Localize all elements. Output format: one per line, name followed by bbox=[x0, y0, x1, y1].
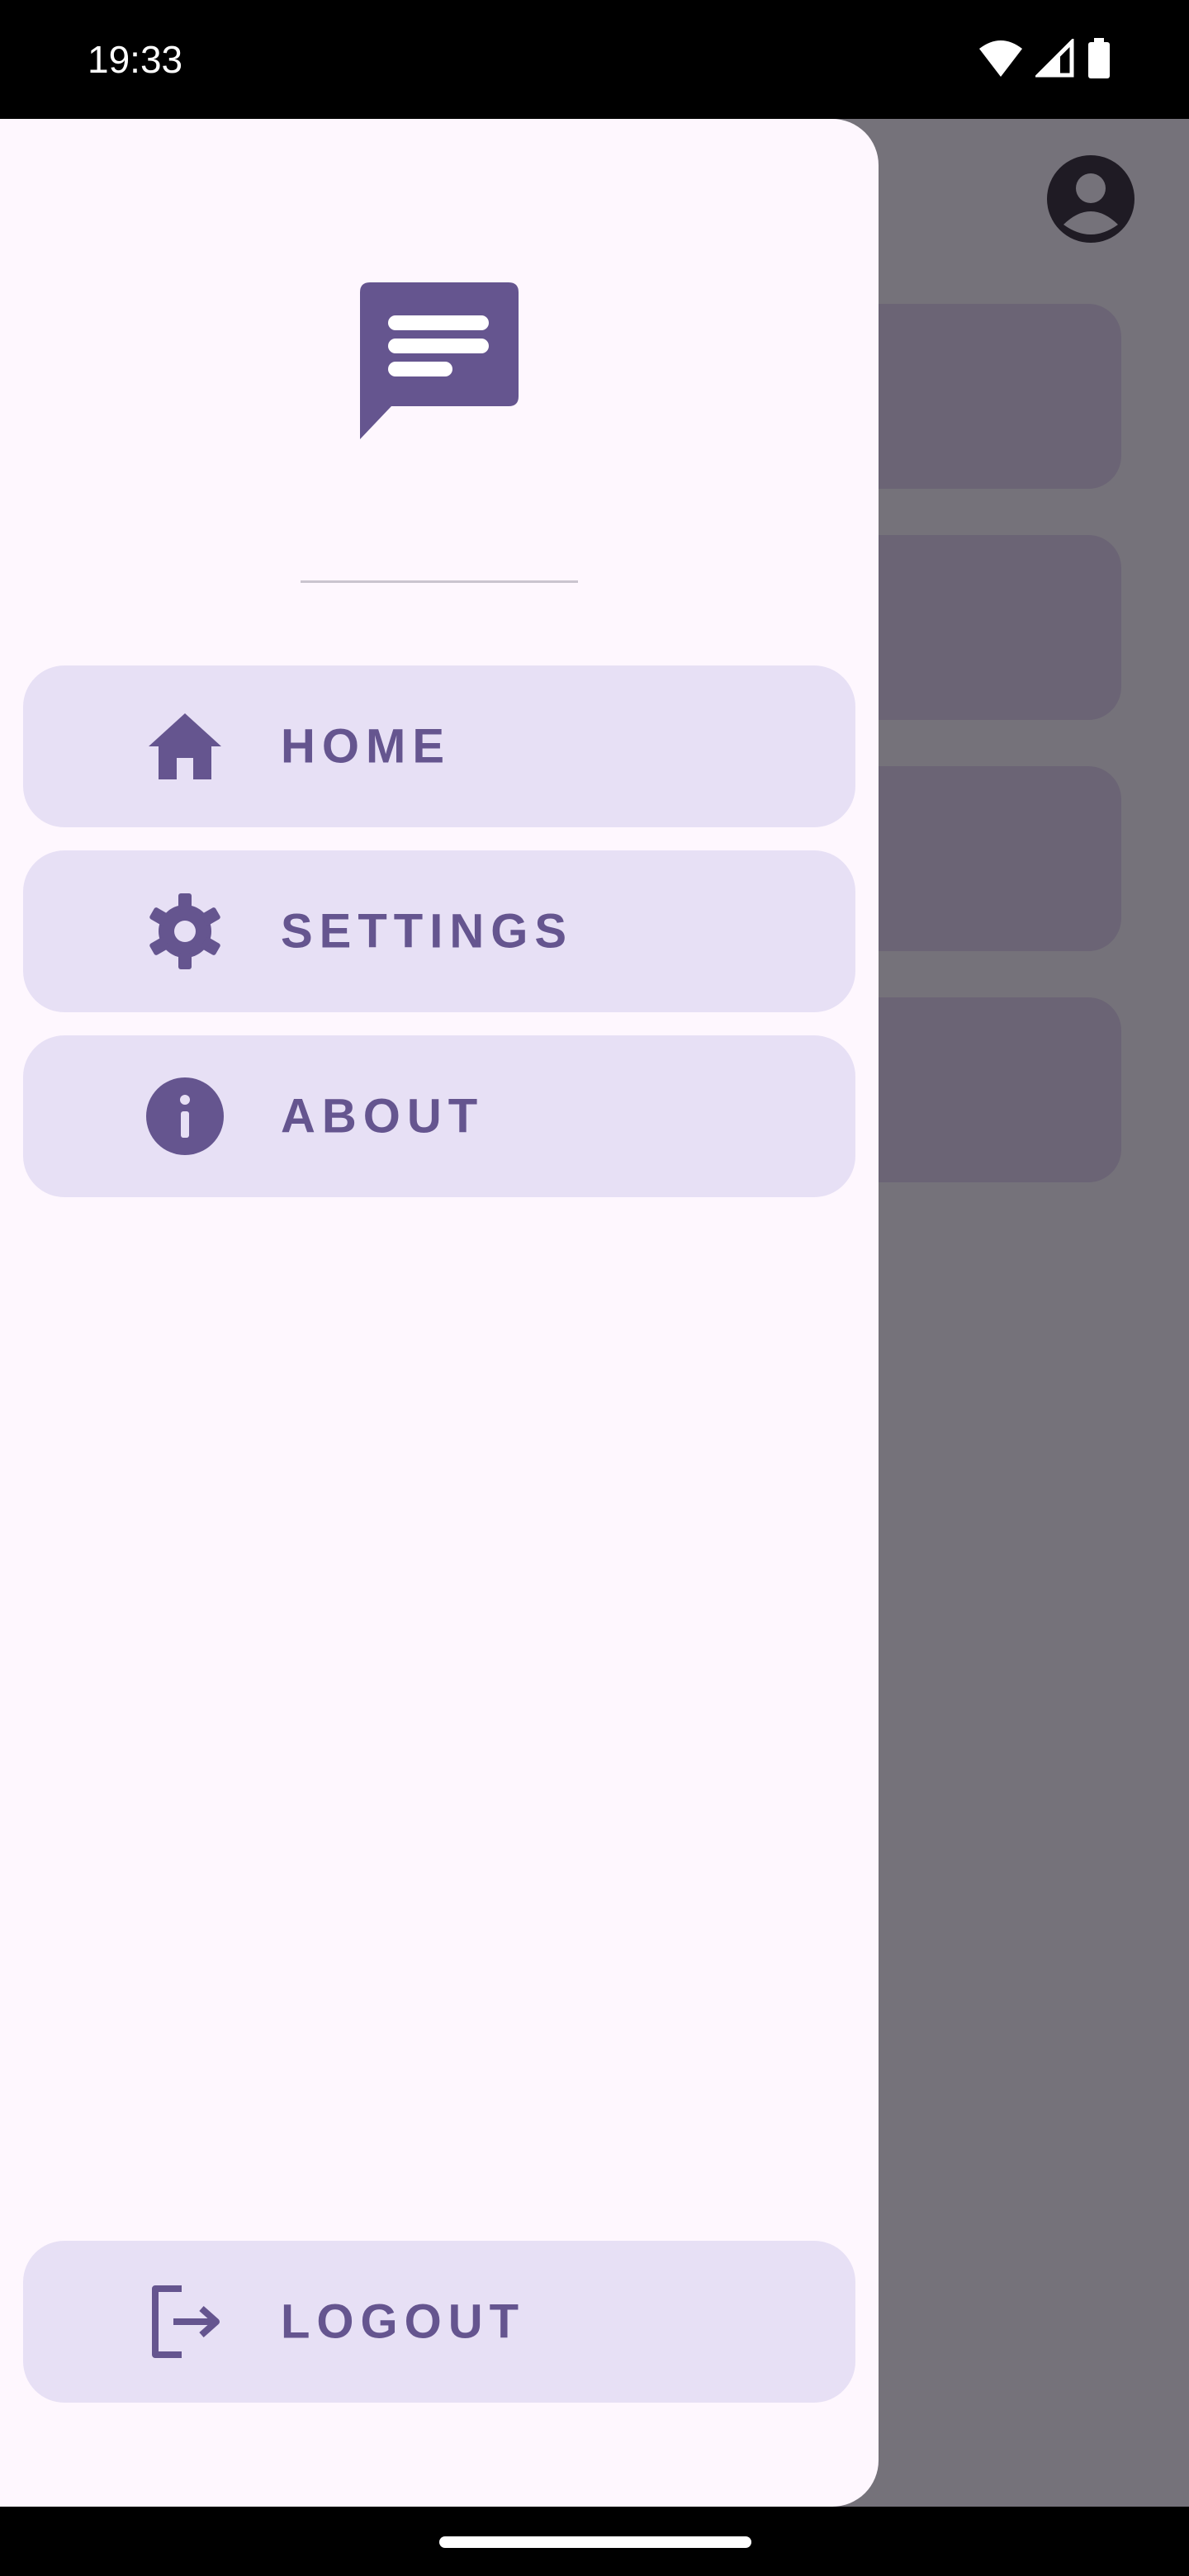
cellular-signal-icon bbox=[1035, 39, 1075, 78]
logout-label: LOGOUT bbox=[281, 2294, 526, 2349]
gesture-handle[interactable] bbox=[439, 2536, 751, 2548]
home-icon bbox=[144, 705, 226, 788]
drawer-item-label: ABOUT bbox=[281, 1089, 485, 1144]
drawer-divider bbox=[301, 580, 578, 583]
status-bar: 19:33 bbox=[0, 0, 1189, 119]
info-icon bbox=[144, 1075, 226, 1158]
status-time: 19:33 bbox=[88, 38, 183, 81]
wifi-icon bbox=[978, 39, 1024, 78]
status-icons bbox=[978, 38, 1111, 79]
logout-button[interactable]: LOGOUT bbox=[23, 2241, 855, 2403]
gear-icon bbox=[144, 890, 226, 973]
drawer-item-label: SETTINGS bbox=[281, 904, 574, 959]
drawer-item-settings[interactable]: SETTINGS bbox=[23, 850, 855, 1012]
drawer-item-about[interactable]: ABOUT bbox=[23, 1035, 855, 1197]
logout-icon bbox=[144, 2280, 226, 2363]
chat-bubble-icon bbox=[360, 282, 519, 441]
system-navigation-bar bbox=[0, 2507, 1189, 2576]
drawer-item-label: HOME bbox=[281, 719, 451, 774]
battery-icon bbox=[1087, 38, 1111, 79]
account-circle-icon[interactable] bbox=[1047, 155, 1135, 243]
navigation-drawer: HOME SETTINGS ABOUT LOGOUT bbox=[0, 119, 879, 2507]
drawer-item-home[interactable]: HOME bbox=[23, 665, 855, 827]
